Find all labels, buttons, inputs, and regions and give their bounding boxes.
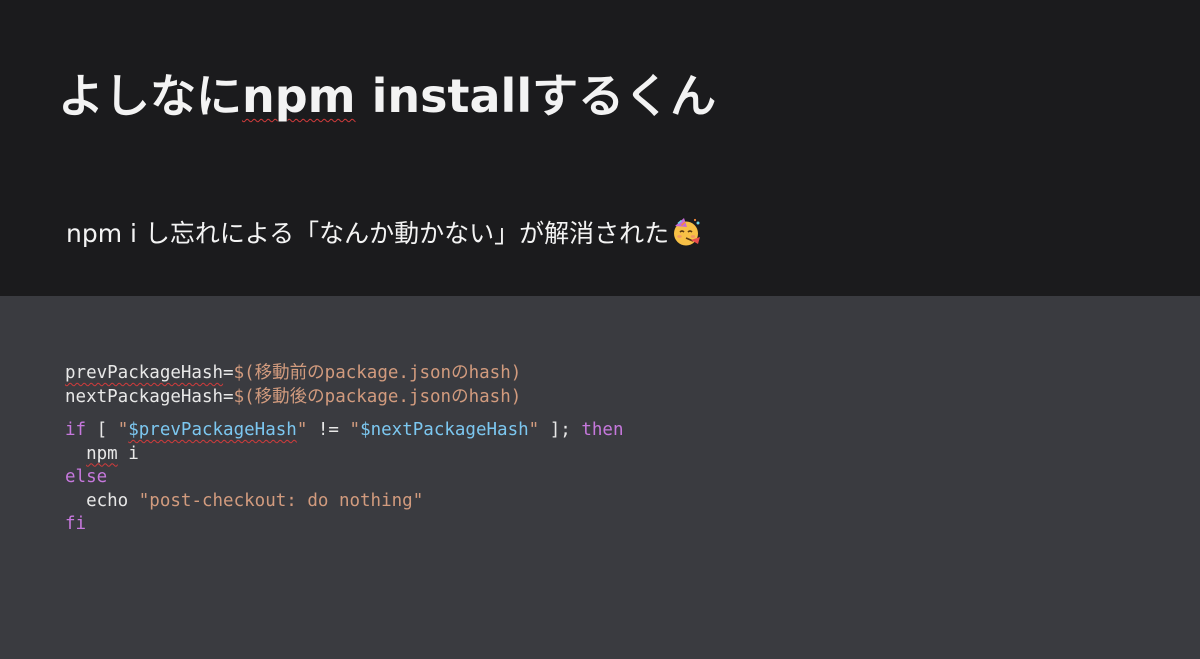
- code-line-npm-i: npm i: [65, 443, 624, 467]
- var-prev-package-hash: prevPackageHash: [65, 363, 224, 383]
- code-line-2: nextPackageHash=$(移動後のpackage.jsonのhash): [65, 386, 624, 410]
- keyword-else: else: [65, 467, 108, 487]
- slide: よしなにnpm installするくん npm i し忘れによる「なんか動かない…: [0, 0, 1200, 659]
- slide-subtitle: npm i し忘れによる「なんか動かない」が解消された: [66, 214, 701, 254]
- partying-face-icon: [671, 217, 701, 247]
- title-prefix: よしなに: [58, 69, 242, 123]
- variable-prev-hash: $prevPackageHash: [128, 420, 297, 440]
- bracket-open: [: [86, 420, 118, 440]
- code-line-1: prevPackageHash=$(移動前のpackage.jsonのhash): [65, 362, 624, 386]
- npm-argument: i: [117, 443, 139, 464]
- variable-next-hash: $nextPackageHash: [360, 420, 529, 440]
- title-section: よしなにnpm installするくん npm i し忘れによる「なんか動かない…: [0, 0, 1200, 296]
- echo-string: "post-checkout: do nothing": [138, 490, 424, 511]
- title-space: [356, 69, 372, 123]
- echo-command: echo: [86, 490, 139, 511]
- bracket-close: ];: [539, 420, 582, 440]
- npm-command: npm: [86, 443, 118, 464]
- keyword-if: if: [65, 420, 87, 440]
- code-block: prevPackageHash=$(移動前のpackage.jsonのhash)…: [65, 362, 624, 537]
- subtitle-text: npm i し忘れによる「なんか動かない」が解消された: [66, 219, 670, 248]
- next-hash-value: $(移動後のpackage.jsonのhash): [233, 386, 522, 407]
- var-next-package-hash: nextPackageHash: [65, 386, 224, 407]
- code-line-else: else: [65, 466, 624, 490]
- code-line-echo: echo "post-checkout: do nothing": [65, 490, 624, 514]
- quote: ": [349, 420, 361, 440]
- quote: ": [296, 420, 308, 440]
- slide-title: よしなにnpm installするくん: [58, 64, 716, 128]
- code-line-if: if [ "$prevPackageHash" != "$nextPackage…: [65, 419, 624, 443]
- keyword-then: then: [581, 420, 624, 440]
- title-install: install: [371, 69, 533, 123]
- quote: ": [528, 420, 540, 440]
- quote: ": [117, 420, 129, 440]
- assign-operator: =: [223, 363, 234, 383]
- title-npm: npm: [242, 69, 356, 123]
- code-line-fi: fi: [65, 513, 624, 537]
- title-suffix: するくん: [532, 69, 717, 123]
- not-equal-operator: !=: [307, 420, 350, 440]
- prev-hash-value: $(移動前のpackage.jsonのhash): [233, 363, 522, 383]
- assign-operator: =: [223, 386, 234, 407]
- keyword-fi: fi: [65, 514, 87, 534]
